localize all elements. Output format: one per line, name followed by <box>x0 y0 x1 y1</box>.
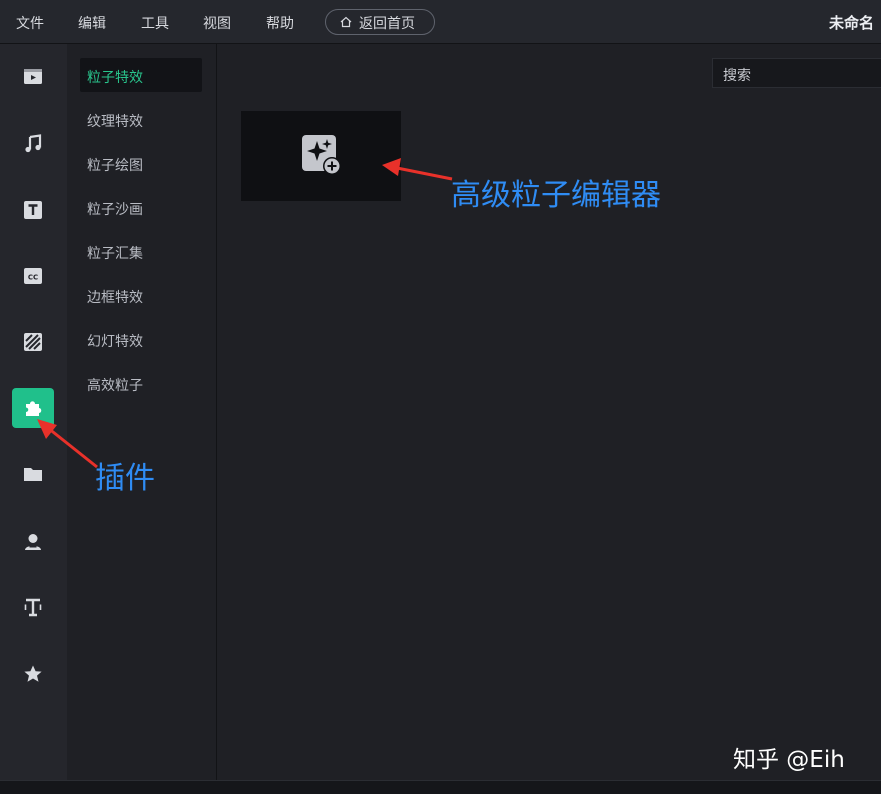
particle-editor-add-icon <box>302 135 341 175</box>
category-item-efficient-particles[interactable]: 高效粒子 <box>80 366 202 400</box>
category-item-particle-gather[interactable]: 粒子汇集 <box>80 234 202 268</box>
subtitle-cc-icon[interactable]: CC <box>12 256 54 296</box>
search-input[interactable]: 搜索 <box>712 58 881 88</box>
person-icon[interactable] <box>12 522 54 562</box>
music-icon[interactable] <box>12 124 54 164</box>
menu-view[interactable]: 视图 <box>203 13 231 33</box>
media-icon[interactable] <box>12 56 54 96</box>
category-item-slide-effects[interactable]: 幻灯特效 <box>80 322 202 356</box>
menu-help[interactable]: 帮助 <box>266 13 294 33</box>
svg-text:CC: CC <box>28 274 38 282</box>
annotation-plugin: 插件 <box>95 461 155 496</box>
category-item-particle-drawing[interactable]: 粒子绘图 <box>80 146 202 180</box>
text-icon[interactable] <box>12 190 54 230</box>
document-title: 未命名 <box>829 14 875 32</box>
menu-bar: 文件 编辑 工具 视图 帮助 返回首页 未命名 <box>0 0 881 44</box>
home-icon <box>340 16 352 28</box>
category-item-particle-sand[interactable]: 粒子沙画 <box>80 190 202 224</box>
menu-edit[interactable]: 编辑 <box>78 13 106 33</box>
back-home-button[interactable]: 返回首页 <box>325 9 435 35</box>
star-icon[interactable] <box>12 654 54 694</box>
menu-tools[interactable]: 工具 <box>141 13 169 33</box>
folder-icon[interactable] <box>12 454 54 494</box>
filter-stripes-icon[interactable] <box>12 322 54 362</box>
advanced-particle-editor-tile[interactable] <box>241 111 401 201</box>
category-item-particle-effects[interactable]: 粒子特效 <box>80 58 202 92</box>
category-item-border-effects[interactable]: 边框特效 <box>80 278 202 312</box>
annotation-advanced-particle-editor: 高级粒子编辑器 <box>451 178 661 213</box>
watermark: 知乎 @Eih <box>733 747 845 773</box>
back-home-label: 返回首页 <box>359 16 415 32</box>
text-tool-icon[interactable] <box>12 587 54 627</box>
menu-file[interactable]: 文件 <box>16 13 44 33</box>
bottom-status-strip <box>0 780 881 794</box>
category-item-texture-effects[interactable]: 纹理特效 <box>80 102 202 136</box>
plugin-puzzle-icon[interactable] <box>12 388 54 428</box>
